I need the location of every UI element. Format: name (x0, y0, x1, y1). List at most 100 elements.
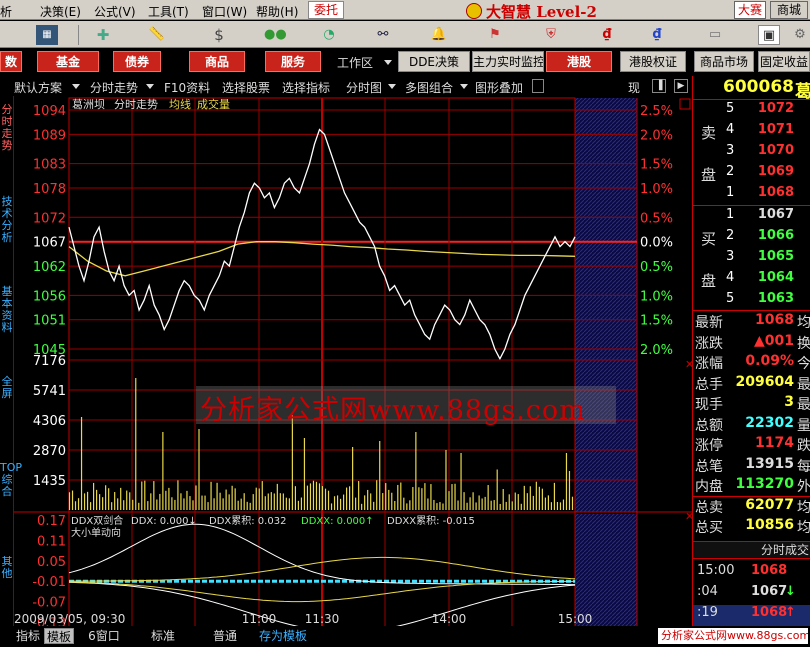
menu-help[interactable]: 帮助(H) (256, 3, 298, 20)
time-tick-label: 14:00 (432, 612, 467, 626)
sell-row[interactable]: 1 1068 (693, 185, 810, 206)
menu-decision[interactable]: 决策(E) (40, 3, 81, 20)
menu-analysis[interactable]: 析 (0, 3, 12, 20)
buy-row[interactable]: 1 1067 (693, 207, 810, 228)
quick-button-fixed-income[interactable]: 固定收益 (758, 51, 810, 72)
menu-formula[interactable]: 公式(V) (94, 3, 136, 20)
multi-chart-button[interactable]: 多图组合 (405, 79, 453, 96)
quick-button-commodity-market[interactable]: 商品市场 (694, 51, 754, 72)
stock-code: 600068 (723, 77, 794, 97)
ddx-tick-label: 0.05 (37, 555, 66, 570)
exchange-icon[interactable]: ₫ (646, 25, 668, 45)
dasai-button[interactable]: 大赛 (734, 1, 766, 19)
current-label: 现 (628, 81, 641, 95)
window-icon[interactable]: ▣ (758, 25, 780, 45)
stat-row: 涨停 1174 跌 (695, 435, 810, 456)
ddx-sum: DDX累积: 0.032 (209, 515, 286, 527)
sell-row[interactable]: 3 1070 (693, 143, 810, 164)
sell-row[interactable]: 4 1071 (693, 122, 810, 143)
quick-button-hk-warrant[interactable]: 港股权证 (620, 51, 686, 72)
price-tick-label: 1062 (33, 260, 66, 275)
buy-row[interactable]: 5 1063 (693, 291, 810, 312)
tick-row: :04 1067 ↓ (693, 584, 810, 605)
scheme-dropdown-icon[interactable] (72, 84, 80, 89)
quick-button-bond[interactable]: 债券 (113, 51, 161, 72)
time-tick-label: 11:30 (305, 612, 340, 626)
pie-chart-icon[interactable]: ◔ (318, 25, 340, 45)
stat-extra-label: 换 (797, 335, 810, 352)
overlay-button[interactable]: 图形叠加 (475, 79, 523, 96)
stat-label: 最新 (695, 315, 723, 331)
tab-6window[interactable]: 6窗口 (86, 628, 122, 644)
plus-icon[interactable]: ✚ (92, 25, 114, 45)
ddx-name: DDX双剑合 (71, 514, 123, 527)
select-stock-button[interactable]: 选择股票 (222, 79, 270, 96)
intraday-button[interactable]: 分时走势 (90, 79, 138, 96)
stat-extra-label: 均 (797, 315, 810, 331)
traffic-light-icon[interactable]: ●● (264, 25, 287, 45)
stat-extra-label: 每 (797, 458, 810, 475)
buy-price: 1066 (757, 228, 794, 243)
tab-template[interactable]: 模板 (44, 628, 74, 644)
tab-save-template[interactable]: 存为模板 (258, 628, 308, 644)
binoculars-icon[interactable]: ⚯ (372, 25, 394, 45)
quick-bar: 数 基金 债券 商品 服务 工作区 DDE决策 主力实时监控 港股 港股权证 商… (0, 49, 810, 74)
stat-row: 现手 3 最 (695, 394, 810, 415)
buy-price: 1063 (757, 291, 794, 306)
buy-price: 1064 (757, 270, 794, 285)
icon-toolbar: ▦ ✚ 📏 $ ●● ◔ ⚯ 🔔 ⚑ ⛨ ₫ ₫ ▭ ▣ ⚙ (0, 21, 810, 48)
intraday-chart-button[interactable]: 分时图 (346, 79, 382, 96)
tick-price: 1067 (751, 584, 788, 599)
tools-icon[interactable]: ⚙ (790, 25, 810, 45)
quick-button-dde[interactable]: DDE决策 (398, 51, 470, 72)
shield-icon[interactable]: ⛨ (540, 25, 562, 45)
intraday-chart[interactable]: 1094 2.5% 1089 2.0% 1083 1.5% 1078 1.0% 1072 0.5%… (0, 96, 692, 626)
pct-tick-label: 1.5% (640, 158, 673, 173)
stock-icon[interactable]: ₫ (596, 25, 618, 45)
buy-row[interactable]: 4 1064 (693, 270, 810, 291)
tab-indicator[interactable]: 指标 (14, 628, 42, 644)
quick-button-commodity[interactable]: 商品 (189, 51, 245, 72)
flag-icon[interactable]: ⚑ (484, 25, 506, 45)
ruler-icon[interactable]: 📏 (146, 25, 168, 45)
tab-standard[interactable]: 标准 (148, 628, 178, 644)
f10-button[interactable]: F10资料 (164, 79, 210, 96)
ddx-tick-label: 0.17 (37, 514, 66, 529)
ddx-sub-label: 大小单动向 (71, 526, 121, 539)
intraday-dropdown-icon[interactable] (146, 84, 154, 89)
buy-level: 5 (726, 291, 735, 306)
quick-button-service[interactable]: 服务 (265, 51, 321, 72)
workspace-dropdown-icon[interactable] (384, 60, 392, 65)
trust-button[interactable]: 委托 (308, 1, 344, 19)
buy-row[interactable]: 2 1066 (693, 228, 810, 249)
menu-window[interactable]: 窗口(W) (202, 3, 247, 20)
select-indicator-button[interactable]: 选择指标 (282, 79, 330, 96)
stat-label: 涨幅 (695, 356, 723, 372)
quick-button-hk-stock[interactable]: 港股 (546, 51, 612, 72)
sell-row[interactable]: 5 1072 (693, 101, 810, 122)
bell-icon[interactable]: 🔔 (428, 25, 450, 45)
dollar-icon[interactable]: $ (208, 25, 230, 45)
quick-button-data[interactable]: 数 (0, 51, 22, 72)
ddx-value: DDX: 0.000↓ (131, 516, 197, 527)
quick-button-fund[interactable]: 基金 (37, 51, 99, 72)
buy-level: 1 (726, 207, 735, 222)
buy-row[interactable]: 3 1065 (693, 249, 810, 270)
mall-button[interactable]: 商城 (770, 1, 808, 19)
next-icon[interactable]: ▶ (674, 79, 688, 93)
tab-normal[interactable]: 普通 (210, 628, 240, 644)
after-hours-area (575, 514, 637, 626)
default-scheme-button[interactable]: 默认方案 (14, 79, 62, 96)
multi-chart-dropdown-icon[interactable] (460, 84, 468, 89)
calculator-icon[interactable]: ▦ (36, 25, 58, 45)
menu-tools[interactable]: 工具(T) (148, 3, 189, 20)
folder-icon[interactable]: ▭ (704, 25, 726, 45)
toggle-icon[interactable] (532, 79, 544, 93)
prev-icon[interactable]: ▐ (652, 79, 666, 93)
stat-row: 总买 10856 均 (695, 517, 810, 538)
menu-bar: 析 决策(E) 公式(V) 工具(T) 窗口(W) 帮助(H) 委托 大智慧 L… (0, 0, 810, 21)
sell-row[interactable]: 2 1069 (693, 164, 810, 185)
chart-dropdown-icon[interactable] (388, 84, 396, 89)
quick-button-main-monitor[interactable]: 主力实时监控 (472, 51, 544, 72)
stat-extra-label: 最 (797, 397, 810, 413)
